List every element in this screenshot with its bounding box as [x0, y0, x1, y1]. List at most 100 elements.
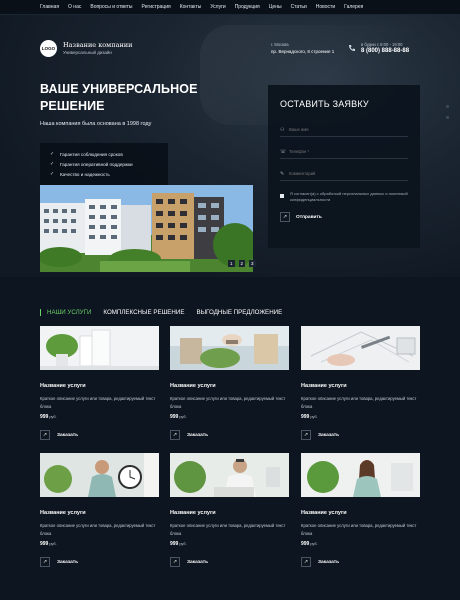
services-tabs: НАШИ УСЛУГИ КОМПЛЕКСНЫЕ РЕШЕНИЕ ВЫГОДНЫЕ… — [40, 305, 294, 319]
user-icon: ⚇ — [280, 126, 285, 133]
consent-text: Я согласен(а) с обработкой персональных … — [290, 191, 408, 202]
check-icon: ✓ — [50, 151, 55, 157]
phone-number[interactable]: 8 (800) 888-88-88 — [361, 48, 409, 54]
side-dot[interactable] — [446, 116, 449, 119]
nav-item-articles[interactable]: Статьи — [291, 4, 307, 10]
nav-item-products[interactable]: Продукция — [235, 4, 260, 10]
order-row: ↗ Заказать — [170, 430, 208, 440]
arrow-up-right-icon[interactable]: ↗ — [40, 557, 50, 567]
nav-item-contacts[interactable]: Контакты — [180, 4, 202, 10]
request-form: ОСТАВИТЬ ЗАЯВКУ ⚇ ☏ ✎ Я согласен(а) с об… — [268, 85, 420, 248]
price-value: 999 — [40, 541, 49, 547]
slider-page[interactable]: 1 — [228, 260, 235, 267]
consent-checkbox[interactable] — [280, 194, 284, 198]
order-button[interactable]: Заказать — [318, 560, 339, 565]
feature-label: Качество и надежность — [60, 171, 110, 177]
submit-button[interactable]: Отправить — [296, 215, 322, 220]
form-title: ОСТАВИТЬ ЗАЯВКУ — [280, 99, 369, 109]
order-button[interactable]: Заказать — [57, 560, 78, 565]
arrow-up-right-icon[interactable]: ↗ — [301, 430, 311, 440]
arrow-up-right-icon[interactable]: ↗ — [170, 430, 180, 440]
arrow-up-right-icon[interactable]: ↗ — [170, 557, 180, 567]
order-button[interactable]: Заказать — [187, 433, 208, 438]
service-price: 999руб. — [170, 541, 187, 547]
nav-item-news[interactable]: Новости — [316, 4, 335, 10]
price-value: 999 — [301, 541, 310, 547]
price-currency: руб. — [179, 542, 187, 546]
service-card: Название услуги Краткое описание услуги … — [301, 453, 420, 573]
slider-page[interactable]: 3 — [249, 260, 256, 267]
service-description: Краткое описание услуги или товара, реда… — [40, 396, 156, 409]
slider-page[interactable]: 2 — [238, 260, 246, 267]
comment-icon: ✎ — [280, 170, 285, 177]
service-card: Название услуги Краткое описание услуги … — [170, 326, 289, 446]
nav-item-gallery[interactable]: Галерея — [344, 4, 363, 10]
price-currency: руб. — [310, 542, 318, 546]
service-card: Название услуги Краткое описание услуги … — [40, 453, 159, 573]
nav-item-faq[interactable]: Вопросы и ответы — [90, 4, 132, 10]
tab-complex-solutions[interactable]: КОМПЛЕКСНЫЕ РЕШЕНИЕ — [103, 309, 184, 316]
arrow-up-right-icon[interactable]: ↗ — [40, 430, 50, 440]
company-tagline: Универсальный дизайн — [63, 50, 112, 55]
price-value: 999 — [170, 414, 179, 420]
service-title: Название услуги — [170, 383, 216, 389]
service-card: Название услуги Краткое описание услуги … — [301, 326, 420, 446]
service-image — [170, 326, 289, 370]
service-price: 999руб. — [301, 541, 318, 547]
side-dot[interactable] — [446, 105, 449, 108]
hero-title: ВАШЕ УНИВЕРСАЛЬНОЕ РЕШЕНИЕ — [40, 82, 198, 113]
comment-input[interactable] — [289, 171, 399, 176]
service-image — [40, 453, 159, 497]
nav-item-registration[interactable]: Регистрация — [141, 4, 170, 10]
order-row: ↗ Заказать — [301, 557, 339, 567]
order-button[interactable]: Заказать — [187, 560, 208, 565]
check-icon: ✓ — [50, 171, 55, 177]
service-image — [40, 326, 159, 370]
service-price: 999руб. — [170, 414, 187, 420]
service-price: 999руб. — [40, 541, 57, 547]
service-image — [170, 453, 289, 497]
arrow-up-right-icon[interactable]: ↗ — [280, 212, 290, 222]
service-description: Краткое описание услуги или товара, реда… — [301, 523, 417, 536]
hero-section: LOGO Название компании Универсальный диз… — [0, 15, 460, 277]
feature-item: ✓ Качество и надежность — [50, 169, 168, 179]
phone-input[interactable] — [289, 149, 399, 154]
check-icon: ✓ — [50, 161, 55, 167]
phone-hours: в будни с 8:00 - 19:00 — [361, 42, 403, 47]
service-price: 999руб. — [40, 414, 57, 420]
feature-label: Гарантия оперативной поддержки — [60, 161, 133, 167]
order-row: ↗ Заказать — [40, 430, 78, 440]
side-dots — [446, 105, 450, 127]
name-input[interactable] — [289, 127, 399, 132]
tab-special-offers[interactable]: ВЫГОДНЫЕ ПРЕДЛОЖЕНИЕ — [196, 309, 282, 316]
phone-field-row: ☏ — [280, 145, 408, 159]
price-currency: руб. — [179, 415, 187, 419]
service-image — [301, 453, 420, 497]
hero-subtitle: Наша компания была основана в 1998 году — [40, 121, 152, 127]
address-city: г. Москва — [271, 42, 289, 47]
feature-item: ✓ Гарантия оперативной поддержки — [50, 159, 168, 169]
service-image — [301, 326, 420, 370]
slider-pagination: 1 2 3 — [228, 260, 256, 267]
service-description: Краткое описание услуги или товара, реда… — [170, 523, 286, 536]
service-description: Краткое описание услуги или товара, реда… — [40, 523, 156, 536]
price-currency: руб. — [49, 415, 57, 419]
feature-label: Гарантия соблюдения сроков — [60, 151, 123, 157]
nav-item-about[interactable]: О нас — [68, 4, 81, 10]
price-value: 999 — [170, 541, 179, 547]
tab-our-services[interactable]: НАШИ УСЛУГИ — [40, 308, 91, 316]
service-description: Краткое описание услуги или товара, реда… — [301, 396, 417, 409]
nav-item-prices[interactable]: Цены — [269, 4, 282, 10]
service-title: Название услуги — [301, 510, 347, 516]
order-button[interactable]: Заказать — [57, 433, 78, 438]
logo[interactable]: LOGO — [40, 40, 57, 57]
nav-item-services[interactable]: Услуги — [210, 4, 225, 10]
company-name: Название компании — [63, 41, 133, 49]
order-row: ↗ Заказать — [40, 557, 78, 567]
service-price: 999руб. — [301, 414, 318, 420]
nav-item-home[interactable]: Главная — [40, 4, 59, 10]
order-row: ↗ Заказать — [301, 430, 339, 440]
arrow-up-right-icon[interactable]: ↗ — [301, 557, 311, 567]
order-button[interactable]: Заказать — [318, 433, 339, 438]
feature-item: ✓ Гарантия соблюдения сроков — [50, 149, 168, 159]
